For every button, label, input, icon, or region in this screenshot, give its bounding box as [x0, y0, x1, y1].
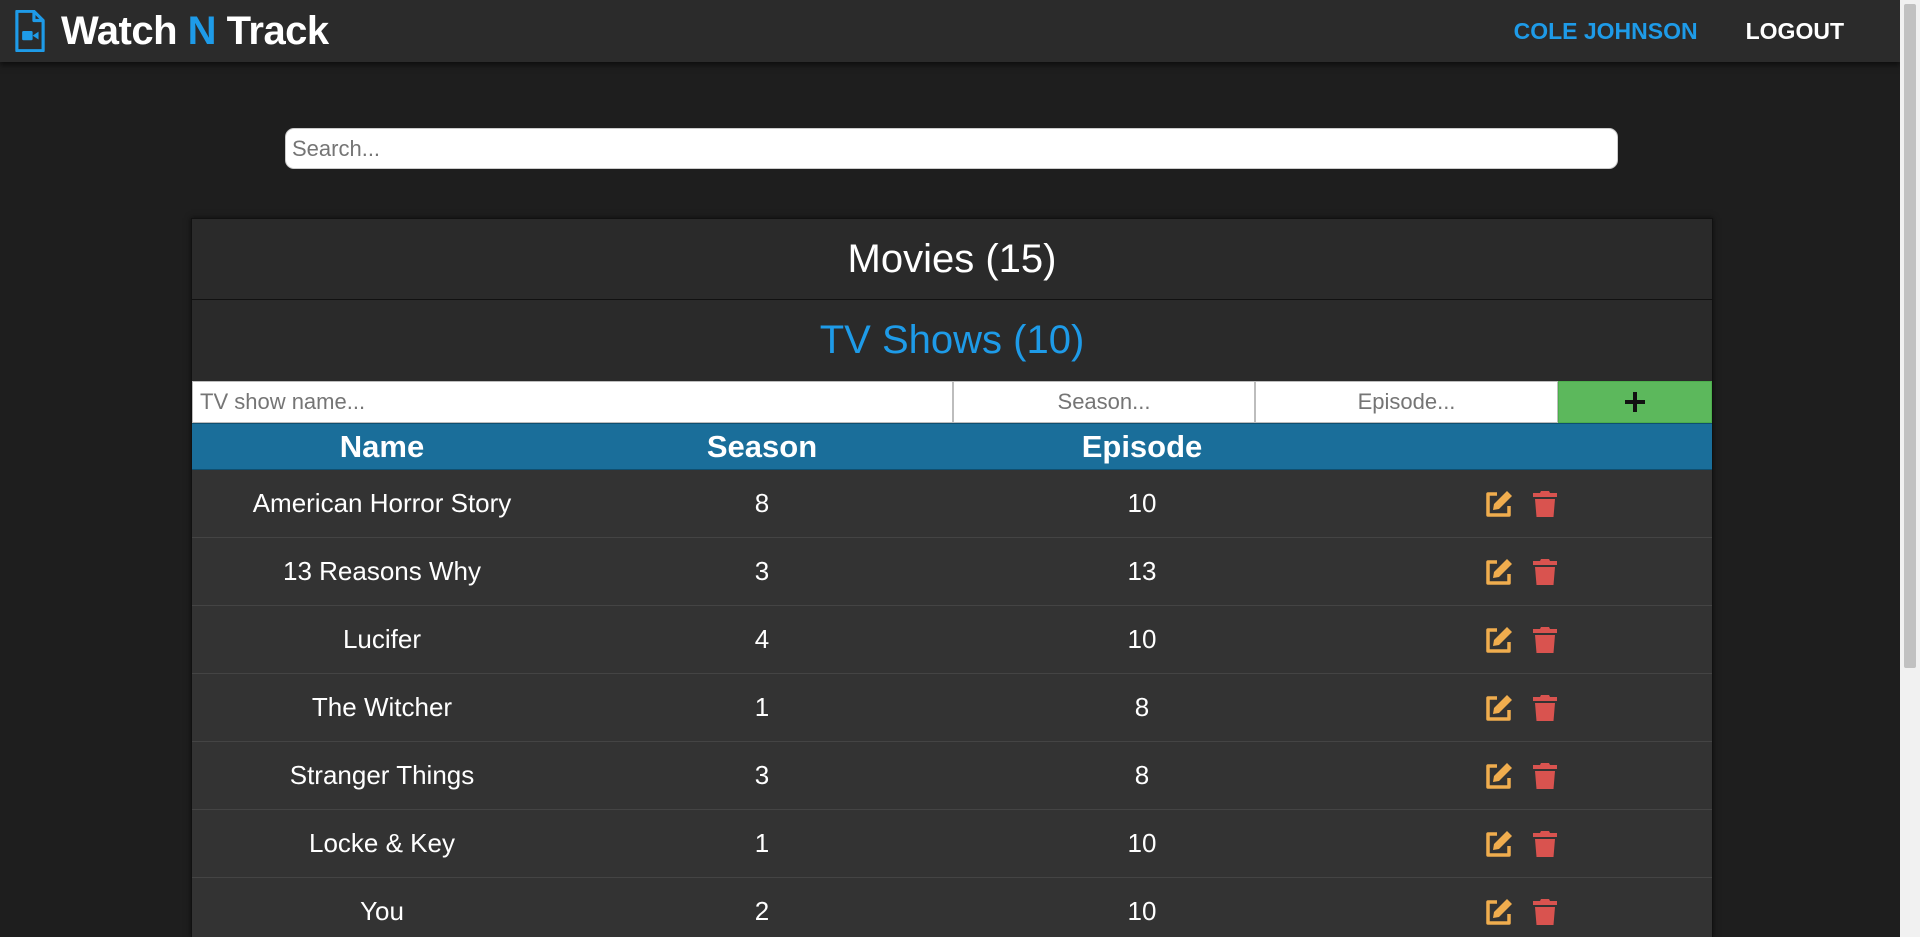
show-name: Lucifer: [342, 624, 422, 654]
trash-icon[interactable]: [1529, 488, 1561, 520]
column-header-episode[interactable]: Episode: [952, 429, 1332, 465]
trash-icon[interactable]: [1529, 556, 1561, 588]
column-header-season[interactable]: Season: [572, 429, 952, 465]
show-episode: 10: [1127, 624, 1157, 654]
table-row: Lucifer 4 10: [192, 606, 1712, 674]
show-name: Locke & Key: [309, 828, 455, 858]
video-file-icon: [15, 10, 45, 52]
show-name: 13 Reasons Why: [283, 556, 481, 586]
show-name: You: [360, 896, 404, 926]
add-show-button[interactable]: [1558, 381, 1712, 423]
scrollbar-thumb[interactable]: [1904, 4, 1916, 668]
table-header: Name Season Episode: [192, 423, 1712, 470]
show-season: 1: [754, 828, 770, 858]
page-scrollbar[interactable]: [1900, 0, 1920, 937]
show-name: The Witcher: [311, 692, 453, 722]
show-name-input[interactable]: [192, 381, 953, 423]
edit-icon[interactable]: [1483, 896, 1515, 928]
table-row: 13 Reasons Why 3 13: [192, 538, 1712, 606]
row-actions: [1332, 556, 1712, 588]
trash-icon[interactable]: [1529, 896, 1561, 928]
brand-title: Watch N Track: [61, 8, 329, 53]
show-season: 3: [754, 556, 770, 586]
show-episode: 10: [1127, 828, 1157, 858]
table-row: Locke & Key 1 10: [192, 810, 1712, 878]
brand-logo[interactable]: Watch N Track: [14, 9, 329, 54]
edit-icon[interactable]: [1483, 556, 1515, 588]
trash-icon[interactable]: [1529, 692, 1561, 724]
table-row: You 2 10: [192, 878, 1712, 937]
navbar: Watch N Track COLE JOHNSON LOGOUT: [0, 0, 1900, 62]
show-season: 3: [754, 760, 770, 790]
show-episode: 8: [1134, 692, 1150, 722]
edit-icon[interactable]: [1483, 692, 1515, 724]
show-episode: 10: [1127, 488, 1157, 518]
tv-shows-table-body: American Horror Story 8 10 13 Reasons Wh…: [192, 470, 1712, 937]
show-episode: 8: [1134, 760, 1150, 790]
media-panel: Movies (15) TV Shows (10) Name Season Ep…: [191, 218, 1713, 937]
column-header-name[interactable]: Name: [192, 429, 572, 465]
table-row: American Horror Story 8 10: [192, 470, 1712, 538]
trash-icon[interactable]: [1529, 828, 1561, 860]
table-row: The Witcher 1 8: [192, 674, 1712, 742]
row-actions: [1332, 896, 1712, 928]
row-actions: [1332, 760, 1712, 792]
show-season: 8: [754, 488, 770, 518]
show-season: 4: [754, 624, 770, 654]
show-name: Stranger Things: [289, 760, 475, 790]
tv-shows-section-header[interactable]: TV Shows (10): [192, 300, 1712, 381]
season-input[interactable]: [953, 381, 1255, 423]
trash-icon[interactable]: [1529, 760, 1561, 792]
row-actions: [1332, 488, 1712, 520]
row-actions: [1332, 624, 1712, 656]
logout-link[interactable]: LOGOUT: [1746, 18, 1844, 45]
search-input[interactable]: [285, 128, 1618, 169]
show-episode: 10: [1127, 896, 1157, 926]
edit-icon[interactable]: [1483, 624, 1515, 656]
user-profile-link[interactable]: COLE JOHNSON: [1514, 18, 1698, 45]
episode-input[interactable]: [1255, 381, 1558, 423]
trash-icon[interactable]: [1529, 624, 1561, 656]
show-season: 2: [754, 896, 770, 926]
add-show-form: [192, 381, 1712, 423]
show-season: 1: [754, 692, 770, 722]
show-episode: 13: [1127, 556, 1157, 586]
edit-icon[interactable]: [1483, 488, 1515, 520]
show-name: American Horror Story: [252, 488, 512, 518]
edit-icon[interactable]: [1483, 828, 1515, 860]
row-actions: [1332, 828, 1712, 860]
movies-section-header[interactable]: Movies (15): [192, 219, 1712, 300]
row-actions: [1332, 692, 1712, 724]
table-row: Stranger Things 3 8: [192, 742, 1712, 810]
plus-icon: [1625, 392, 1645, 412]
edit-icon[interactable]: [1483, 760, 1515, 792]
